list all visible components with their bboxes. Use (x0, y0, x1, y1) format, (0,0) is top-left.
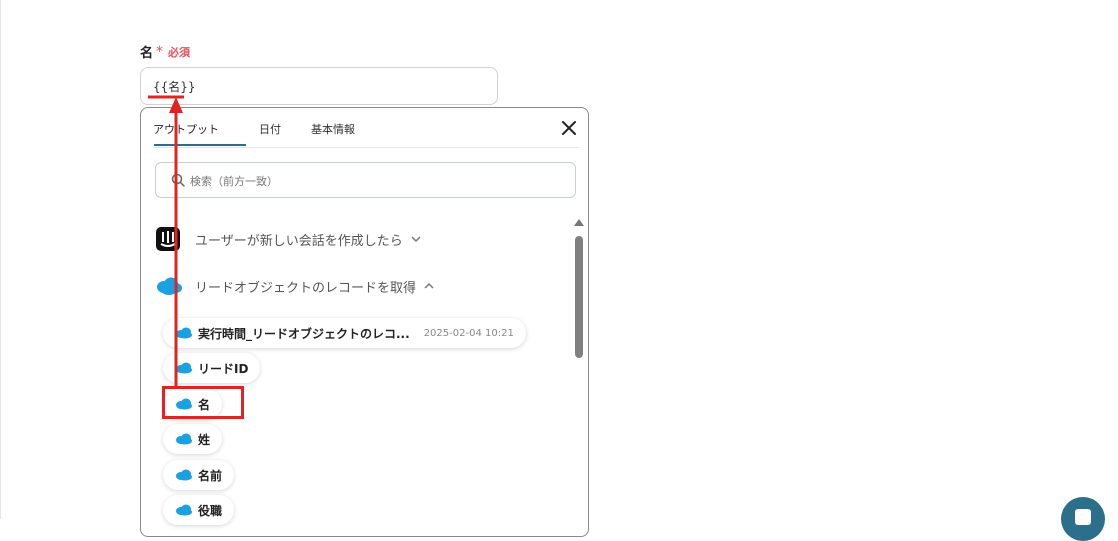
search-icon (171, 173, 185, 187)
output-item-exec-time[interactable]: 実行時間_リードオブジェクトのレコ... 2025-02-04 10:21 (163, 318, 526, 348)
chevron-up-icon (424, 282, 434, 289)
item-label: リードID (198, 361, 249, 376)
salesforce-cloud-icon (176, 362, 192, 374)
search-input[interactable]: 検索（前方一致） (155, 162, 576, 198)
tab-divider (153, 147, 579, 148)
item-label: 姓 (198, 432, 211, 447)
salesforce-cloud-icon (176, 504, 192, 516)
tab-basic-info[interactable]: 基本情報 (311, 121, 355, 137)
variable-picker-dropdown: アウトプット 日付 基本情報 検索（前方一致） ユーザーが新しい会話を作成したら (140, 107, 589, 537)
name-input[interactable]: {{名}} (140, 67, 498, 105)
annotation-highlight-box (162, 386, 244, 419)
left-border (0, 0, 1, 519)
item-meta: 2025-02-04 10:21 (423, 327, 514, 339)
output-item-last-name[interactable]: 姓 (163, 424, 223, 454)
output-item-lead-id[interactable]: リードID (163, 353, 261, 383)
salesforce-cloud-icon (176, 433, 192, 445)
tab-output[interactable]: アウトプット (153, 121, 219, 137)
group-label: ユーザーが新しい会話を作成したら (195, 233, 403, 249)
group-new-conversation[interactable]: ユーザーが新しい会話を作成したら (155, 224, 421, 254)
item-label: 実行時間_リードオブジェクトのレコ... (198, 326, 410, 341)
salesforce-cloud-icon (176, 469, 192, 481)
chat-icon (1075, 509, 1091, 525)
intercom-icon (156, 227, 180, 251)
group-label: リードオブジェクトのレコードを取得 (195, 280, 417, 296)
scrollbar-thumb[interactable] (575, 236, 583, 358)
chevron-down-icon (411, 236, 421, 243)
active-tab-indicator (154, 144, 246, 146)
output-item-full-name[interactable]: 名前 (163, 460, 235, 490)
tab-date[interactable]: 日付 (259, 121, 281, 137)
chat-button[interactable] (1061, 497, 1105, 541)
item-label: 役職 (198, 503, 223, 518)
item-label: 名前 (198, 468, 223, 483)
salesforce-cloud-icon (157, 277, 182, 295)
required-star: * (156, 44, 163, 60)
output-item-title[interactable]: 役職 (163, 495, 235, 525)
group-get-lead-record[interactable]: リードオブジェクトのレコードを取得 (155, 271, 434, 301)
salesforce-cloud-icon (176, 327, 192, 339)
scroll-up-arrow[interactable] (574, 219, 584, 226)
required-label: 必須 (168, 46, 190, 59)
close-icon[interactable] (560, 119, 578, 137)
field-label: 名 (140, 46, 154, 61)
